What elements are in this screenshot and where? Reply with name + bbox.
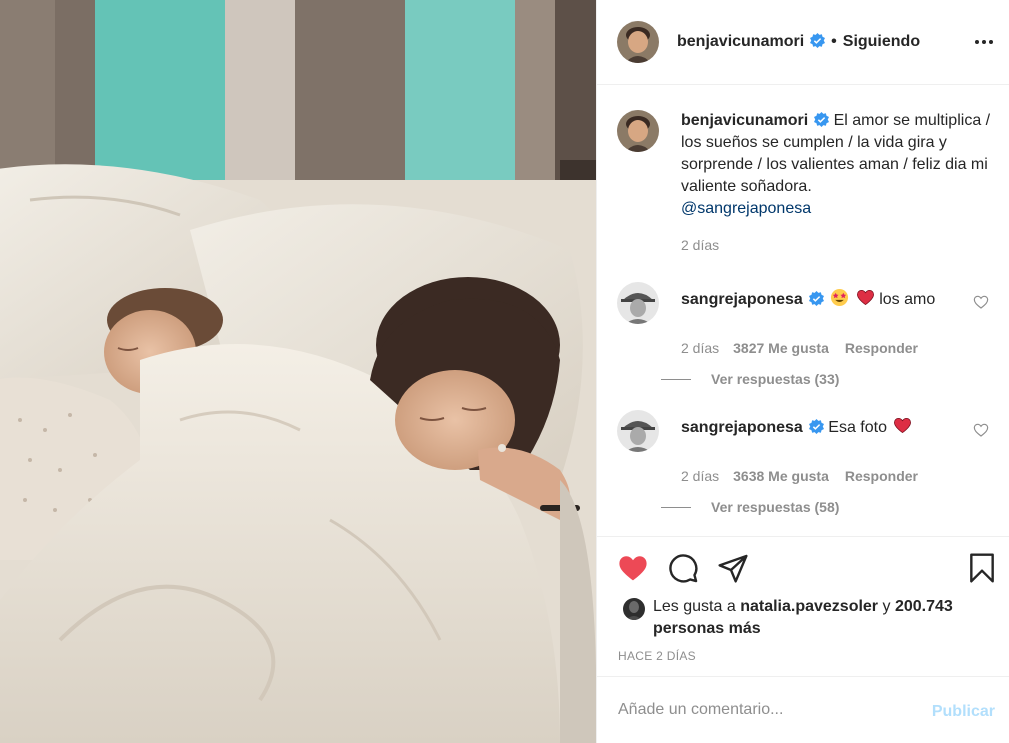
post-side-panel: benjavicunamori • Siguiendo benjavicunam… — [596, 0, 1009, 743]
comment-time[interactable]: 2 días — [681, 468, 719, 484]
comment-item: sangrejaponesa Esa foto 2 días 3638 Me g… — [617, 410, 997, 484]
verified-badge-icon — [808, 291, 824, 306]
share-icon[interactable] — [717, 552, 749, 584]
reply-button[interactable]: Responder — [845, 340, 918, 356]
comment-time[interactable]: 2 días — [681, 340, 719, 356]
view-replies-link[interactable]: Ver respuestas (33) — [661, 371, 839, 387]
verified-badge-icon — [808, 419, 824, 434]
comment-text: Esa foto — [828, 419, 887, 436]
view-replies-link[interactable]: Ver respuestas (58) — [661, 499, 839, 515]
header-separator: • — [831, 33, 837, 50]
more-options-icon[interactable] — [972, 30, 996, 54]
comment-like-heart-icon[interactable] — [973, 422, 989, 438]
caption-avatar[interactable] — [617, 110, 659, 152]
comment-text: los amo — [879, 291, 936, 308]
comment-likes[interactable]: 3827 Me gusta — [733, 340, 829, 356]
comments-thread[interactable]: benjavicunamori El amor se multiplica / … — [597, 85, 1009, 537]
comment-input[interactable] — [618, 701, 918, 719]
star-struck-emoji-icon — [830, 288, 849, 307]
author-username[interactable]: benjavicunamori — [677, 33, 826, 51]
comment-username[interactable]: sangrejaponesa — [681, 419, 803, 436]
likes-prefix: Les gusta a — [653, 598, 736, 615]
bookmark-icon[interactable] — [966, 552, 998, 584]
following-button[interactable]: Siguiendo — [843, 33, 920, 51]
publish-button[interactable]: Publicar — [932, 703, 995, 721]
comment-body: sangrejaponesa Esa foto — [681, 410, 966, 452]
comment-meta: 2 días 3638 Me gusta Responder — [681, 468, 997, 484]
comment-username[interactable]: sangrejaponesa — [681, 291, 803, 308]
comment-likes[interactable]: 3638 Me gusta — [733, 468, 829, 484]
comment-icon[interactable] — [667, 552, 699, 584]
add-comment-form: Publicar — [597, 676, 1009, 743]
comment-item: sangrejaponesa los amo 2 días 3827 Me gu… — [617, 282, 997, 356]
replies-divider-line — [661, 506, 691, 508]
verified-badge-icon — [810, 33, 826, 48]
likes-text: Les gusta a natalia.pavezsoler y 200.743… — [653, 596, 1003, 640]
commenter-avatar[interactable] — [617, 410, 659, 452]
post-photo[interactable] — [0, 0, 596, 743]
reply-button[interactable]: Responder — [845, 468, 918, 484]
post-header: benjavicunamori • Siguiendo — [597, 0, 1009, 85]
commenter-avatar[interactable] — [617, 282, 659, 324]
view-replies-label: Ver respuestas (58) — [711, 499, 840, 515]
comment-like-heart-icon[interactable] — [973, 294, 989, 310]
likes-connector: y — [882, 598, 891, 615]
view-replies-label: Ver respuestas (33) — [711, 371, 840, 387]
author-avatar[interactable] — [617, 21, 659, 63]
post-timestamp[interactable]: HACE 2 DÍAS — [618, 649, 696, 663]
caption-username[interactable]: benjavicunamori — [681, 112, 808, 129]
instagram-post: benjavicunamori • Siguiendo benjavicunam… — [0, 0, 1009, 743]
post-actions — [597, 548, 1009, 588]
like-heart-icon[interactable] — [617, 552, 649, 584]
caption-body: benjavicunamori El amor se multiplica / … — [681, 110, 991, 256]
comment-body: sangrejaponesa los amo — [681, 282, 966, 324]
likes-summary: Les gusta a natalia.pavezsoler y 200.743… — [623, 596, 1003, 640]
red-heart-emoji-icon — [856, 288, 875, 307]
caption-time[interactable]: 2 días — [681, 234, 991, 256]
liker-avatar[interactable] — [623, 598, 645, 620]
comment-meta: 2 días 3827 Me gusta Responder — [681, 340, 997, 356]
caption-mention-link[interactable]: @sangrejaponesa — [681, 200, 811, 217]
liker-username[interactable]: natalia.pavezsoler — [740, 598, 878, 615]
red-heart-emoji-icon — [893, 416, 912, 435]
replies-divider-line — [661, 378, 691, 380]
post-caption: benjavicunamori El amor se multiplica / … — [617, 110, 997, 256]
post-image — [0, 0, 596, 743]
verified-badge-icon — [814, 112, 830, 127]
